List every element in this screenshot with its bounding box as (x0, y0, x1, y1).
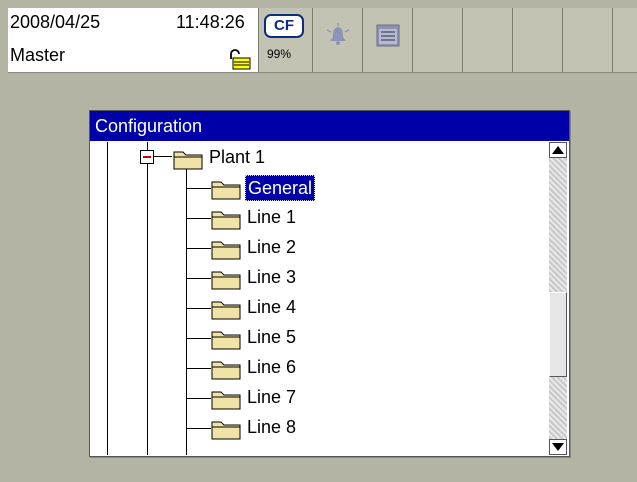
cf-card-usage: 99% (267, 47, 292, 61)
tree-connector (186, 188, 211, 189)
tree-connector (186, 218, 211, 219)
tree-node-label: General (245, 175, 316, 201)
folder-icon (211, 211, 241, 230)
folder-icon (211, 421, 241, 440)
tree-node-label: Line 2 (247, 237, 297, 257)
alarm-indicator-slot[interactable] (313, 8, 363, 72)
folder-icon (211, 331, 241, 350)
folder-icon (211, 391, 241, 410)
folder-icon (211, 181, 241, 200)
configuration-title: Configuration (90, 111, 569, 141)
tree-node-label: Line 1 (247, 207, 297, 227)
lock-icon (230, 49, 251, 70)
user-level-display: Master (10, 45, 66, 65)
tree-connector (186, 248, 211, 249)
tree-connector (186, 428, 211, 429)
scroll-thumb[interactable] (549, 292, 567, 377)
folder-icon (211, 271, 241, 290)
configuration-tree: Plant 1 General Line 1 Line 2 Line 3 Line 4 L… (90, 142, 548, 455)
date-display: 2008/04/25 (10, 12, 101, 32)
cf-card-icon: CF (264, 14, 304, 38)
alarm-bell-icon (326, 23, 350, 45)
tree-node-label: Line 8 (247, 417, 297, 437)
status-slot-9 (613, 8, 637, 72)
tree-node-label: Line 6 (247, 357, 297, 377)
time-display: 11:48:26 (176, 12, 245, 32)
tree-connector (186, 368, 211, 369)
tree-node-label: Line 3 (247, 267, 297, 287)
status-slot-8 (563, 8, 613, 72)
tree-guide-line (186, 168, 187, 455)
folder-icon (211, 241, 241, 260)
tree-guide-line (147, 142, 148, 455)
status-slot-7 (513, 8, 563, 72)
cf-card-status[interactable]: CF 99% (259, 8, 313, 72)
folder-icon (173, 151, 203, 170)
scroll-down-icon[interactable] (549, 439, 567, 455)
tree-connector (186, 278, 211, 279)
tree-node-label: Line 7 (247, 387, 297, 407)
tree-connector (186, 338, 211, 339)
collapse-plant-toggle[interactable] (140, 150, 154, 164)
status-bar: 2008/04/25 11:48:26 Master CF 99% (8, 8, 637, 73)
tree-node-label: Line 5 (247, 327, 297, 347)
tree-connector (186, 398, 211, 399)
info-panel: 2008/04/25 11:48:26 Master (8, 8, 259, 72)
tree-connector (186, 308, 211, 309)
folder-icon (211, 301, 241, 320)
tree-guide-line (107, 142, 108, 455)
tree-node-label: Plant 1 (209, 147, 266, 167)
configuration-window: Configuration Plant 1 General Line 1 Line … (89, 110, 570, 457)
calendar-slot[interactable] (363, 8, 413, 72)
scroll-up-icon[interactable] (549, 142, 567, 158)
status-slot-5 (413, 8, 463, 72)
tree-node-label: Line 4 (247, 297, 297, 317)
calendar-icon (376, 24, 400, 47)
folder-icon (211, 361, 241, 380)
vertical-scrollbar[interactable] (549, 142, 567, 455)
recorder-screen: 2008/04/25 11:48:26 Master CF 99% Config… (0, 0, 637, 482)
status-slot-6 (463, 8, 513, 72)
